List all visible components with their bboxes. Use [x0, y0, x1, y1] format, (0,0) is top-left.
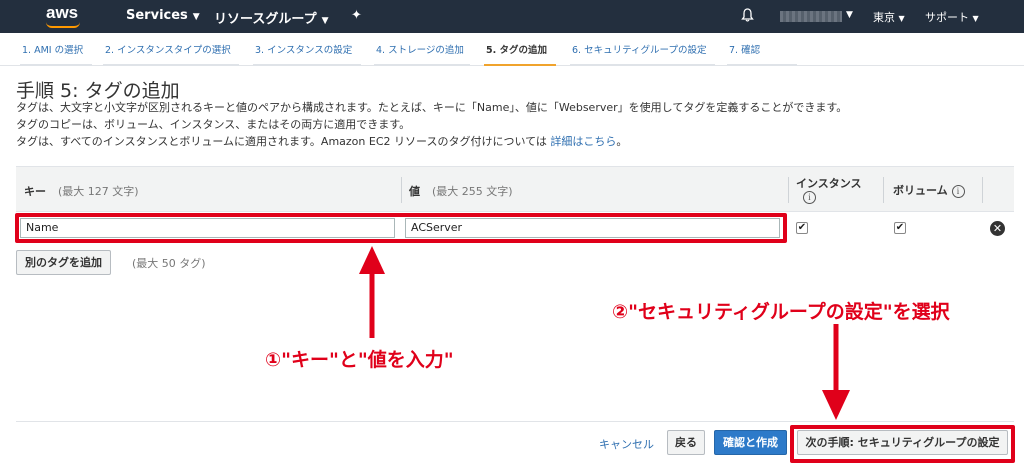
chevron-down-icon: ▼	[321, 16, 329, 26]
key-column-header: キー (最大 127 文字)	[24, 183, 139, 199]
add-another-tag-button[interactable]: 別のタグを追加	[16, 250, 111, 275]
column-divider	[982, 177, 983, 203]
key-header-label: キー	[24, 185, 46, 198]
region-menu[interactable]: 東京 ▼	[873, 9, 905, 25]
description-line-3-text: タグは、すべてのインスタンスとボリュームに適用されます。Amazon EC2 リ…	[16, 135, 547, 148]
step-tab-instance-type[interactable]: 2. インスタンスタイプの選択	[103, 33, 239, 66]
chevron-down-icon: ▼	[898, 14, 905, 23]
step-tab-instance-config[interactable]: 3. インスタンスの設定	[253, 33, 361, 66]
remove-tag-icon[interactable]: ✕	[990, 221, 1005, 236]
volumes-column-header: ボリューム i	[893, 182, 965, 198]
description-line-3-end: 。	[616, 135, 628, 148]
max-tags-hint: (最大 50 タグ)	[132, 257, 206, 270]
bell-icon[interactable]	[741, 8, 754, 22]
pin-icon[interactable]: ✦	[351, 8, 362, 23]
aws-logo-smile	[46, 22, 80, 28]
value-column-header: 値 (最大 255 文字)	[409, 183, 513, 199]
column-divider	[788, 177, 789, 203]
instances-column-header: インスタンス	[796, 177, 862, 190]
support-label: サポート	[925, 11, 969, 24]
info-icon[interactable]: i	[951, 185, 965, 198]
description-line-2: タグのコピーは、ボリューム、インスタンス、またはその両方に適用できます。	[16, 118, 411, 131]
value-max-hint: (最大 255 文字)	[432, 185, 513, 198]
instances-checkbox[interactable]: ✔	[796, 222, 808, 234]
annotation-arrow-down	[822, 324, 850, 420]
step-tab-security-group[interactable]: 6. セキュリティグループの設定	[570, 33, 715, 66]
step-tab-review[interactable]: 7. 確認	[727, 33, 797, 66]
value-header-label: 値	[409, 185, 420, 198]
services-menu[interactable]: Services ▼	[126, 8, 200, 23]
resource-groups-label: リソースグループ	[214, 12, 317, 27]
description-line-1: タグは、大文字と小文字が区別されるキーと値のペアから構成されます。たとえば、キー…	[16, 101, 848, 114]
services-label: Services	[126, 8, 188, 23]
volumes-checkbox[interactable]: ✔	[894, 222, 906, 234]
learn-more-link[interactable]: 詳細はこちら	[550, 135, 616, 148]
tag-table-header: キー (最大 127 文字) 値 (最大 255 文字) インスタンス i ボリュー…	[16, 166, 1014, 212]
wizard-steps: 1. AMI の選択 2. インスタンスタイプの選択 3. インスタンスの設定 …	[0, 33, 1024, 66]
key-max-hint: (最大 127 文字)	[58, 185, 139, 198]
region-label: 東京	[873, 11, 895, 24]
chevron-down-icon: ▼	[846, 10, 853, 20]
step-tab-ami[interactable]: 1. AMI の選択	[20, 33, 92, 66]
support-menu[interactable]: サポート ▼	[925, 9, 979, 25]
column-divider	[883, 177, 884, 203]
next-configure-security-group-button[interactable]: 次の手順: セキュリティグループの設定	[797, 430, 1008, 455]
top-nav-bar: aws Services ▼ リソースグループ ▼ ✦ ▼ 東京 ▼ サポート ▼	[0, 0, 1024, 33]
info-icon[interactable]: i	[803, 191, 816, 204]
volumes-header-label: ボリューム	[893, 184, 948, 197]
aws-logo[interactable]: aws	[46, 3, 78, 23]
step-tab-tags[interactable]: 5. タグの追加	[484, 33, 556, 66]
annotation-arrow-up	[359, 246, 385, 338]
step-tab-storage[interactable]: 4. ストレージの追加	[374, 33, 470, 66]
cancel-link[interactable]: キャンセル	[599, 436, 654, 452]
chevron-down-icon: ▼	[192, 12, 200, 22]
annotation-step2: ②"セキュリティグループの設定"を選択	[612, 301, 950, 323]
account-name-redacted[interactable]	[780, 11, 842, 22]
back-button[interactable]: 戻る	[667, 430, 705, 455]
review-and-launch-button[interactable]: 確認と作成	[714, 430, 787, 455]
column-divider	[401, 177, 402, 203]
resource-groups-menu[interactable]: リソースグループ ▼	[214, 8, 329, 27]
annotation-highlight-key-value	[15, 213, 787, 243]
chevron-down-icon: ▼	[972, 14, 979, 23]
annotation-step1: ①"キー"と"値を入力"	[265, 349, 454, 371]
description-line-3: タグは、すべてのインスタンスとボリュームに適用されます。Amazon EC2 リ…	[16, 133, 627, 149]
footer-divider	[16, 421, 1014, 422]
